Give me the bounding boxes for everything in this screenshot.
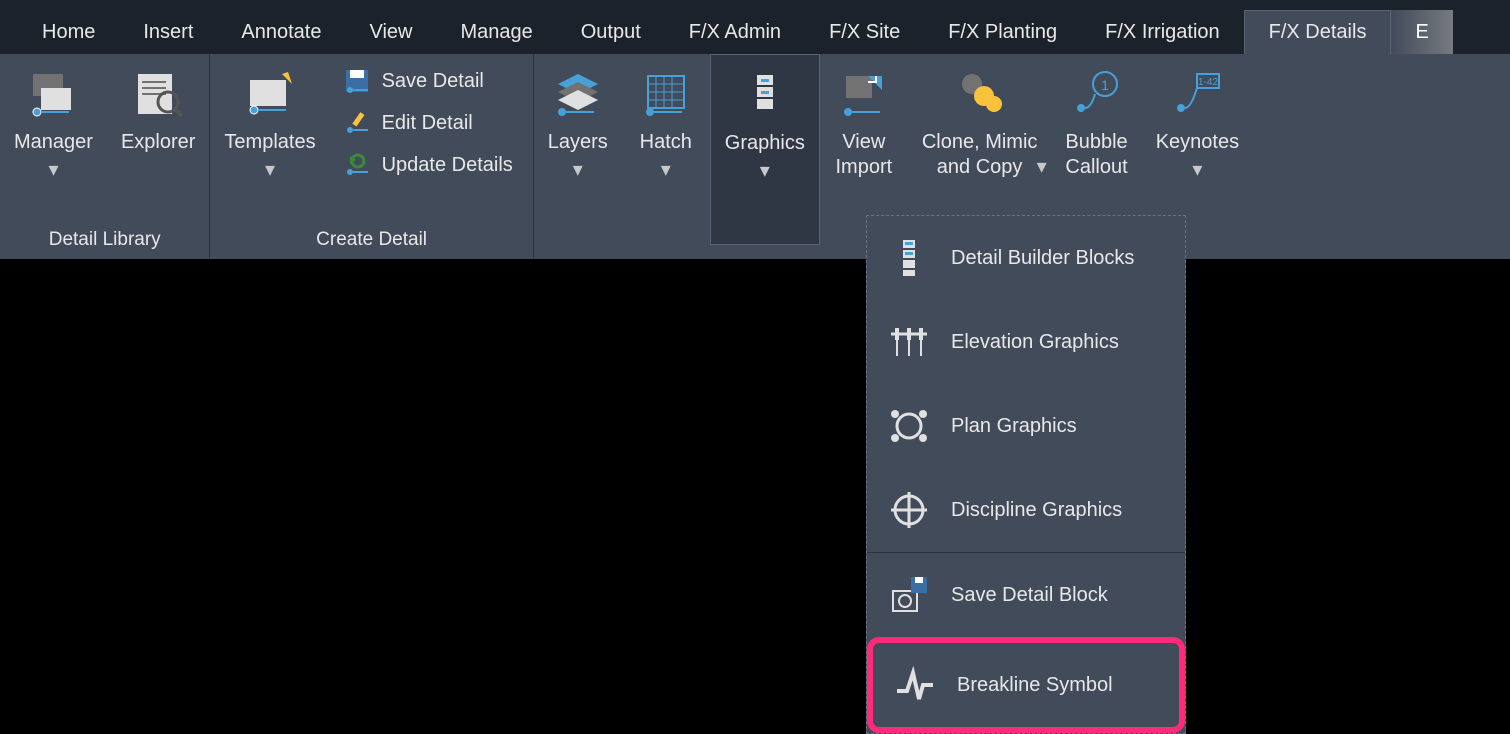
tab-output[interactable]: Output	[557, 10, 665, 54]
tab-label: F/X Site	[829, 21, 900, 44]
dd-breakline-symbol[interactable]: Breakline Symbol	[867, 637, 1185, 733]
ribbon-tabs: Home Insert Annotate View Manage Output …	[0, 10, 1510, 54]
create-detail-stack: Save Detail Edit Detail Update Details	[330, 54, 533, 223]
button-label: Layers	[548, 130, 608, 155]
dd-label: Save Detail Block	[951, 584, 1108, 607]
update-details-button[interactable]: Update Details	[334, 146, 521, 184]
svg-text:1: 1	[1101, 77, 1109, 93]
button-label: Templates	[224, 130, 315, 155]
explorer-icon	[128, 64, 188, 124]
refresh-icon	[342, 150, 372, 180]
tab-label: Manage	[460, 21, 532, 44]
tab-label: Annotate	[241, 21, 321, 44]
tab-label: E	[1415, 21, 1428, 44]
button-label: Edit Detail	[382, 112, 473, 135]
tab-home[interactable]: Home	[18, 10, 119, 54]
dd-label: Discipline Graphics	[951, 499, 1122, 522]
tab-extra[interactable]: E	[1391, 10, 1452, 54]
discipline-icon	[885, 486, 933, 534]
chevron-down-icon: ▾	[1192, 157, 1202, 182]
button-label: Update Details	[382, 154, 513, 177]
graphics-icon	[735, 65, 795, 125]
templates-button[interactable]: Templates ▾	[210, 54, 329, 223]
tab-label: F/X Details	[1269, 21, 1367, 44]
pencil-icon	[342, 108, 372, 138]
panel-title: Detail Library	[0, 223, 209, 259]
dd-label: Elevation Graphics	[951, 331, 1119, 354]
edit-detail-button[interactable]: Edit Detail	[334, 104, 521, 142]
save-block-icon	[885, 571, 933, 619]
button-label: Graphics	[725, 131, 805, 156]
hatch-icon	[636, 64, 696, 124]
breakline-icon	[891, 661, 939, 709]
tab-label: F/X Admin	[689, 21, 781, 44]
chevron-down-icon: ▾	[760, 158, 770, 183]
hatch-button[interactable]: Hatch ▾	[622, 54, 710, 245]
tab-fx-irrigation[interactable]: F/X Irrigation	[1081, 10, 1243, 54]
manager-button[interactable]: Manager ▾	[0, 54, 107, 223]
plan-icon	[885, 402, 933, 450]
tab-insert[interactable]: Insert	[119, 10, 217, 54]
tab-label: View	[369, 21, 412, 44]
tab-fx-planting[interactable]: F/X Planting	[924, 10, 1081, 54]
button-label: Keynotes	[1156, 130, 1239, 155]
templates-icon	[240, 64, 300, 124]
chevron-down-icon: ▾	[48, 157, 58, 182]
button-label: Manager	[14, 130, 93, 155]
save-detail-button[interactable]: Save Detail	[334, 62, 521, 100]
graphics-dropdown: Detail Builder Blocks Elevation Graphics…	[866, 215, 1186, 734]
button-label: Save Detail	[382, 70, 484, 93]
button-label: Explorer	[121, 130, 195, 155]
panel-create-detail: Templates ▾ Save Detail Edit Detail Upda…	[210, 54, 533, 259]
svg-text:1-42: 1-42	[1198, 77, 1218, 88]
graphics-button[interactable]: Graphics ▾	[710, 54, 820, 245]
chevron-down-icon: ▾	[1037, 154, 1047, 179]
button-label: Clone, Mimic and Copy	[922, 130, 1038, 180]
tab-manage[interactable]: Manage	[436, 10, 556, 54]
tab-fx-admin[interactable]: F/X Admin	[665, 10, 805, 54]
tab-label: Home	[42, 21, 95, 44]
tab-label: F/X Irrigation	[1105, 21, 1219, 44]
tab-fx-site[interactable]: F/X Site	[805, 10, 924, 54]
dd-label: Plan Graphics	[951, 415, 1077, 438]
dd-save-detail-block[interactable]: Save Detail Block	[867, 553, 1185, 637]
clone-icon	[950, 64, 1010, 124]
panel-title: Create Detail	[210, 223, 532, 259]
tab-label: Output	[581, 21, 641, 44]
button-label: View Import	[835, 130, 892, 180]
chevron-down-icon: ▾	[573, 157, 583, 182]
button-label: Bubble Callout	[1065, 130, 1127, 180]
elevation-icon	[885, 318, 933, 366]
tab-view[interactable]: View	[345, 10, 436, 54]
keynotes-icon: 1-42	[1167, 64, 1227, 124]
blocks-icon	[885, 234, 933, 282]
tab-annotate[interactable]: Annotate	[217, 10, 345, 54]
chevron-down-icon: ▾	[265, 157, 275, 182]
save-icon	[342, 66, 372, 96]
panel-detail-library: Manager ▾ Explorer Detail Library	[0, 54, 210, 259]
layers-icon	[548, 64, 608, 124]
layers-button[interactable]: Layers ▾	[534, 54, 622, 245]
chevron-down-icon: ▾	[661, 157, 671, 182]
button-label: Hatch	[640, 130, 692, 155]
ribbon: Manager ▾ Explorer Detail Library Templa…	[0, 54, 1510, 259]
titlebar	[0, 0, 1510, 10]
dd-label: Detail Builder Blocks	[951, 247, 1134, 270]
tab-label: F/X Planting	[948, 21, 1057, 44]
dd-detail-builder-blocks[interactable]: Detail Builder Blocks	[867, 216, 1185, 300]
view-import-icon	[834, 64, 894, 124]
tab-label: Insert	[143, 21, 193, 44]
folder-manager-icon	[23, 64, 83, 124]
explorer-button[interactable]: Explorer	[107, 54, 209, 223]
tab-fx-details[interactable]: F/X Details	[1244, 10, 1392, 54]
dd-elevation-graphics[interactable]: Elevation Graphics	[867, 300, 1185, 384]
dd-label: Breakline Symbol	[957, 674, 1113, 697]
bubble-callout-icon: 1	[1067, 64, 1127, 124]
dd-discipline-graphics[interactable]: Discipline Graphics	[867, 468, 1185, 552]
dd-plan-graphics[interactable]: Plan Graphics	[867, 384, 1185, 468]
